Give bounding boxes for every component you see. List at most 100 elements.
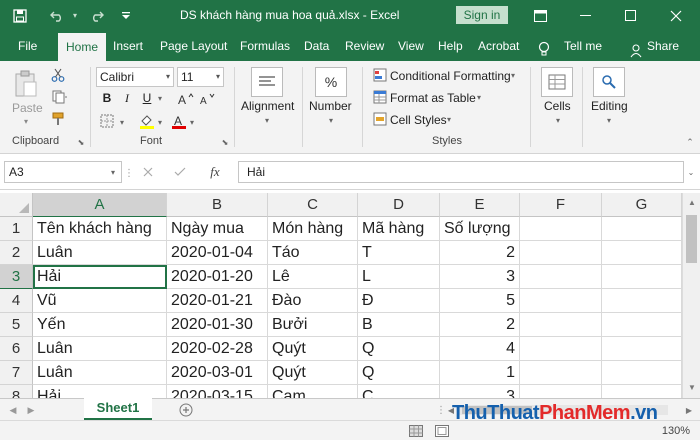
row-header-1[interactable]: 1	[0, 217, 33, 241]
number-format-icon[interactable]: %	[315, 67, 347, 97]
ribbon-display-options-icon[interactable]	[522, 0, 558, 31]
minimize-icon[interactable]	[568, 0, 604, 31]
cell-b4[interactable]: 2020-01-21	[167, 289, 268, 313]
column-header-c[interactable]: C	[268, 193, 358, 217]
column-header-f[interactable]: F	[520, 193, 602, 217]
redo-icon[interactable]	[86, 0, 108, 31]
scroll-down-icon[interactable]: ▼	[687, 382, 697, 392]
format-as-table-icon[interactable]	[372, 89, 388, 105]
tab-data[interactable]: Data	[304, 31, 329, 61]
tab-split-grip-icon[interactable]: ⋮	[436, 403, 446, 417]
cell-b1[interactable]: Ngày mua	[167, 217, 268, 241]
cell-g2[interactable]	[602, 241, 682, 265]
cell-g3[interactable]	[602, 265, 682, 289]
vertical-scrollbar[interactable]: ▲ ▼	[682, 193, 700, 398]
lightbulb-icon[interactable]	[538, 38, 550, 56]
cell-d5[interactable]: B	[358, 313, 440, 337]
bold-button[interactable]: B	[100, 89, 114, 107]
font-color-icon[interactable]: A	[170, 113, 188, 131]
close-icon[interactable]	[658, 0, 694, 31]
scroll-sheets-left-icon[interactable]: ◀	[8, 404, 18, 416]
cell-c6[interactable]: Quýt	[268, 337, 358, 361]
cell-g4[interactable]	[602, 289, 682, 313]
alignment-icon[interactable]	[251, 67, 283, 97]
formula-input[interactable]: Hải	[238, 161, 684, 183]
save-icon[interactable]	[8, 0, 32, 31]
insert-function-icon[interactable]: fx	[206, 164, 224, 180]
row-header-4[interactable]: 4	[0, 289, 33, 313]
confirm-entry-icon[interactable]	[172, 164, 188, 180]
name-box-dropdown-icon[interactable]: ▾	[108, 167, 118, 177]
page-layout-view-icon[interactable]	[434, 424, 450, 438]
column-header-d[interactable]: D	[358, 193, 440, 217]
cell-d6[interactable]: Q	[358, 337, 440, 361]
paste-icon[interactable]	[10, 69, 42, 99]
cell-a2[interactable]: Luân	[33, 241, 167, 265]
format-painter-icon[interactable]	[50, 111, 66, 127]
cell-a4[interactable]: Vũ	[33, 289, 167, 313]
cell-d7[interactable]: Q	[358, 361, 440, 385]
cell-e6[interactable]: 4	[440, 337, 520, 361]
tab-file[interactable]: File	[18, 31, 37, 61]
cell-c1[interactable]: Món hàng	[268, 217, 358, 241]
alignment-dropdown-icon[interactable]: ▾	[262, 115, 272, 125]
undo-icon[interactable]	[46, 0, 68, 31]
row-header-7[interactable]: 7	[0, 361, 33, 385]
share-icon[interactable]	[630, 39, 643, 58]
paste-button[interactable]: Paste	[12, 101, 43, 115]
cell-f1[interactable]	[520, 217, 602, 241]
cut-icon[interactable]	[50, 67, 66, 83]
column-header-g[interactable]: G	[602, 193, 682, 217]
cell-d2[interactable]: T	[358, 241, 440, 265]
scroll-right-icon[interactable]: ▶	[684, 404, 694, 416]
row-header-2[interactable]: 2	[0, 241, 33, 265]
paste-dropdown-icon[interactable]: ▾	[20, 117, 32, 126]
cell-f6[interactable]	[520, 337, 602, 361]
sign-in-button[interactable]: Sign in	[456, 6, 508, 24]
font-color-dropdown-icon[interactable]: ▾	[188, 115, 196, 129]
font-size-decrease-icon[interactable]: A	[200, 91, 216, 107]
cell-e3[interactable]: 3	[440, 265, 520, 289]
maximize-icon[interactable]	[613, 0, 649, 31]
column-header-e[interactable]: E	[440, 193, 520, 217]
font-name-select[interactable]: Calibri ▾	[96, 67, 174, 87]
cell-styles-button[interactable]: Cell Styles	[390, 113, 447, 127]
cell-d4[interactable]: Đ	[358, 289, 440, 313]
borders-dropdown-icon[interactable]: ▾	[118, 115, 126, 129]
cells-dropdown-icon[interactable]: ▾	[553, 115, 563, 125]
cell-f3[interactable]	[520, 265, 602, 289]
cell-e1[interactable]: Số lượng	[440, 217, 520, 241]
column-header-b[interactable]: B	[167, 193, 268, 217]
cell-c2[interactable]: Táo	[268, 241, 358, 265]
cell-a3[interactable]: Hải	[33, 265, 167, 289]
cell-f2[interactable]	[520, 241, 602, 265]
font-launcher-icon[interactable]: ⬊	[220, 137, 230, 147]
collapse-ribbon-icon[interactable]: ⌃	[684, 137, 696, 147]
cell-f5[interactable]	[520, 313, 602, 337]
tab-insert[interactable]: Insert	[113, 31, 143, 61]
cell-a1[interactable]: Tên khách hàng	[33, 217, 167, 241]
cell-c7[interactable]: Quýt	[268, 361, 358, 385]
cell-g6[interactable]	[602, 337, 682, 361]
conditional-formatting-button[interactable]: Conditional Formatting	[390, 69, 511, 83]
cell-b6[interactable]: 2020-02-28	[167, 337, 268, 361]
new-sheet-icon[interactable]	[178, 402, 194, 418]
zoom-level[interactable]: 130%	[654, 423, 698, 439]
cell-d1[interactable]: Mã hàng	[358, 217, 440, 241]
name-box[interactable]: A3	[4, 161, 122, 183]
tab-help[interactable]: Help	[438, 31, 463, 61]
row-header-6[interactable]: 6	[0, 337, 33, 361]
cell-a7[interactable]: Luân	[33, 361, 167, 385]
chevron-down-icon[interactable]: ▾	[474, 91, 484, 103]
cell-a6[interactable]: Luân	[33, 337, 167, 361]
number-dropdown-icon[interactable]: ▾	[326, 115, 336, 125]
tab-view[interactable]: View	[398, 31, 424, 61]
expand-formula-bar-icon[interactable]: ⌄	[686, 167, 696, 177]
tab-formulas[interactable]: Formulas	[240, 31, 290, 61]
cell-b7[interactable]: 2020-03-01	[167, 361, 268, 385]
cell-e5[interactable]: 2	[440, 313, 520, 337]
cell-b5[interactable]: 2020-01-30	[167, 313, 268, 337]
cell-b3[interactable]: 2020-01-20	[167, 265, 268, 289]
tab-review[interactable]: Review	[345, 31, 384, 61]
copy-icon[interactable]	[50, 89, 70, 105]
